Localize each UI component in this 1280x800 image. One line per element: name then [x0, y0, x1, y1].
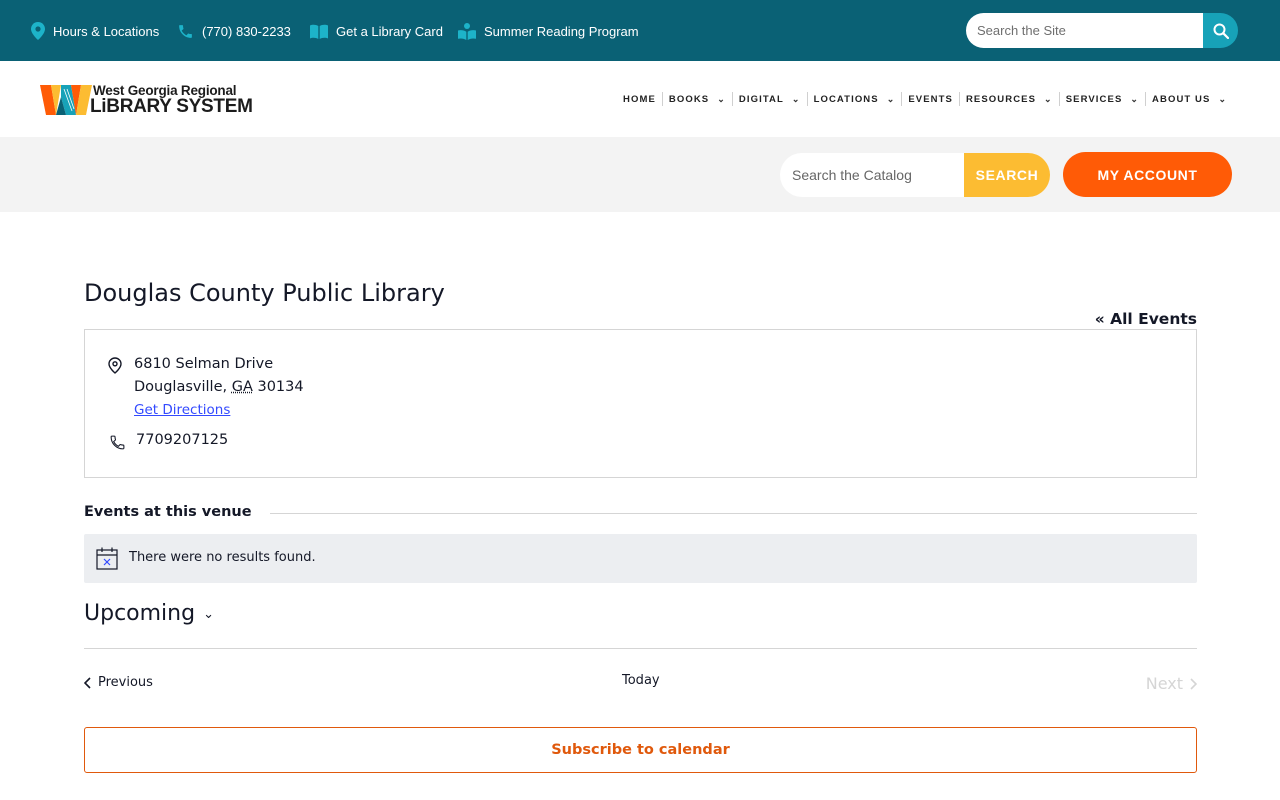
venue-phone: 7709207125	[136, 432, 229, 448]
logo-line-2: LiBRARY SYSTEM	[90, 96, 253, 117]
nav-digital-label: DIGITAL	[738, 93, 784, 105]
site-search	[966, 13, 1238, 48]
catalog-band: SEARCH MY ACCOUNT	[0, 137, 1280, 212]
chevron-left-icon	[84, 676, 91, 689]
site-header: West Georgia Regional LiBRARY SYSTEM HOM…	[0, 61, 1280, 137]
next-events-link: Next	[1146, 674, 1197, 693]
venue-street: 6810 Selman Drive	[134, 356, 274, 372]
nav-services-label: SERVICES	[1065, 93, 1123, 105]
all-events-link[interactable]: « All Events	[1095, 310, 1197, 328]
catalog-search-input[interactable]	[780, 153, 964, 197]
chevron-down-icon: ⌄	[886, 93, 896, 104]
phone-icon	[110, 435, 125, 450]
phone-link[interactable]: (770) 830-2233	[177, 20, 291, 42]
nav-home[interactable]: HOME	[617, 92, 662, 106]
map-pin-icon	[108, 357, 122, 374]
nav-digital[interactable]: DIGITAL ⌄	[731, 92, 807, 106]
phone-icon	[179, 24, 192, 38]
my-account-button[interactable]: MY ACCOUNT	[1063, 152, 1232, 197]
venue-city-line: Douglasville, GA 30134	[134, 379, 304, 395]
nav-services[interactable]: SERVICES ⌄	[1058, 92, 1145, 106]
nav-events-label: EVENTS	[908, 93, 953, 105]
page-title: Douglas County Public Library	[84, 279, 445, 307]
library-card-label: Get a Library Card	[336, 23, 443, 39]
events-heading: Events at this venue	[84, 504, 270, 520]
catalog-search: SEARCH	[780, 153, 1050, 197]
library-card-link[interactable]: Get a Library Card	[310, 20, 443, 42]
site-search-input[interactable]	[966, 13, 1203, 48]
search-icon	[1213, 23, 1229, 39]
main-nav: HOME BOOKS ⌄ DIGITAL ⌄ LOCATIONS ⌄ EVENTS R…	[617, 92, 1233, 106]
summer-reading-label: Summer Reading Program	[484, 23, 639, 39]
next-label: Next	[1145, 674, 1183, 693]
subscribe-calendar-button[interactable]: Subscribe to calendar	[84, 727, 1197, 773]
summer-reading-link[interactable]: Summer Reading Program	[458, 20, 639, 42]
venue-zip: 30134	[257, 379, 304, 395]
reading-icon	[458, 22, 476, 40]
site-search-button[interactable]	[1203, 13, 1238, 48]
divider	[246, 513, 1197, 514]
library-logo[interactable]: West Georgia Regional LiBRARY SYSTEM	[40, 83, 254, 117]
chevron-down-icon: ⌄	[1044, 93, 1053, 104]
hours-locations-link[interactable]: Hours & Locations	[31, 20, 159, 42]
nav-about-us[interactable]: ABOUT US ⌄	[1145, 92, 1233, 106]
nav-books-label: BOOKS	[668, 93, 710, 105]
today-button[interactable]: Today	[622, 673, 660, 688]
nav-resources-label: RESOURCES	[965, 93, 1037, 105]
nav-locations-label: LOCATIONS	[813, 93, 879, 105]
view-selector-label: Upcoming	[84, 601, 196, 626]
get-directions-link[interactable]: Get Directions	[134, 402, 230, 418]
nav-resources[interactable]: RESOURCES ⌄	[958, 92, 1059, 106]
logo-mark-icon	[40, 85, 92, 115]
chevron-right-icon	[1190, 677, 1197, 690]
phone-label: (770) 830-2233	[202, 23, 291, 39]
nav-locations[interactable]: LOCATIONS ⌄	[806, 92, 902, 106]
book-icon	[310, 24, 328, 39]
chevron-down-icon: ⌄	[1218, 93, 1228, 104]
view-selector[interactable]: Upcoming ⌄	[84, 601, 214, 626]
nav-about-us-label: ABOUT US	[1152, 93, 1211, 105]
chevron-down-icon: ⌄	[717, 93, 726, 104]
no-results-text: There were no results found.	[129, 550, 316, 565]
venue-state: GA	[231, 379, 253, 395]
nav-events[interactable]: EVENTS	[901, 92, 959, 106]
no-results-notice: There were no results found.	[84, 534, 1197, 583]
chevron-down-icon: ⌄	[791, 93, 801, 104]
chevron-down-icon: ⌄	[1130, 93, 1140, 104]
previous-events-link[interactable]: Previous	[84, 675, 153, 690]
nav-home-label: HOME	[623, 93, 656, 105]
chevron-down-icon: ⌄	[203, 607, 214, 622]
nav-books[interactable]: BOOKS ⌄	[661, 92, 732, 106]
divider	[84, 648, 1197, 649]
venue-city: Douglasville	[134, 379, 223, 395]
catalog-search-button[interactable]: SEARCH	[964, 153, 1050, 197]
venue-details: 6810 Selman Drive Douglasville, GA 30134…	[84, 329, 1197, 478]
previous-label: Previous	[98, 675, 153, 690]
utility-bar: Hours & Locations (770) 830-2233 Get a L…	[0, 0, 1280, 61]
calendar-x-icon	[96, 547, 118, 570]
map-pin-icon	[31, 22, 45, 40]
hours-locations-label: Hours & Locations	[53, 23, 160, 39]
